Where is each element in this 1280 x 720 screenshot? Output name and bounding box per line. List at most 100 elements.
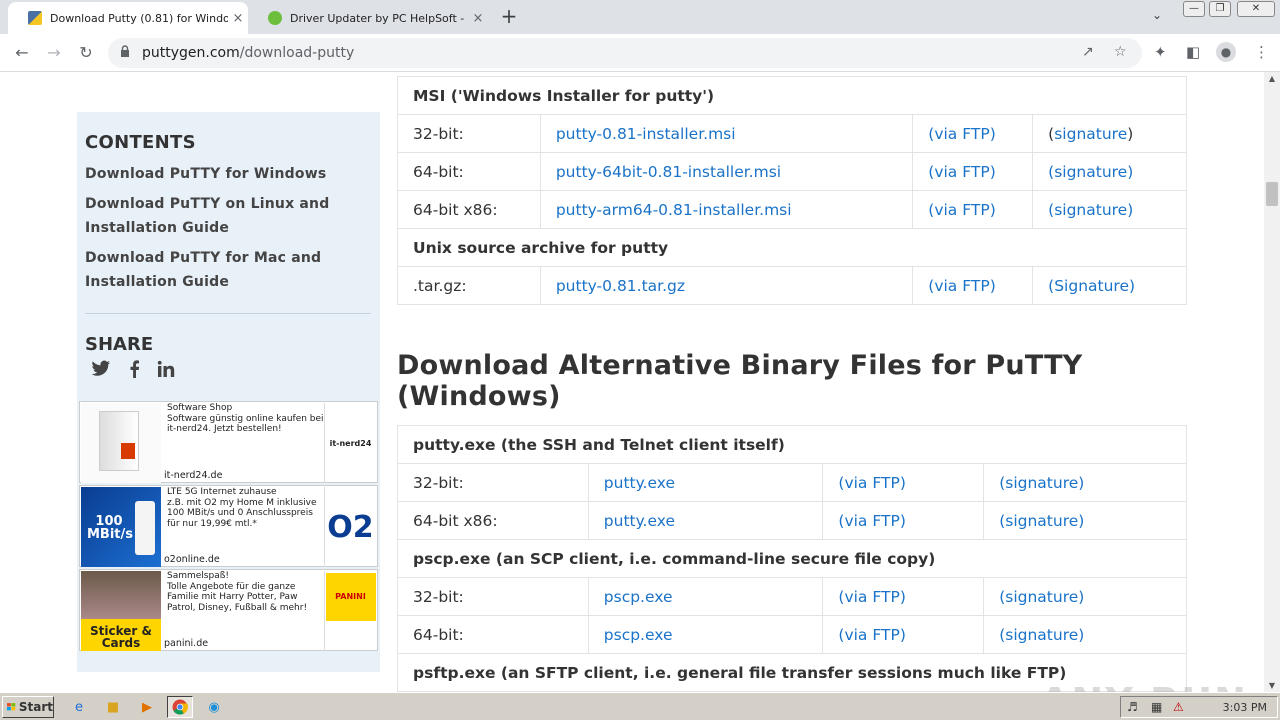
signature-link[interactable]: (signature): [999, 512, 1084, 530]
security-alert-icon[interactable]: ⚠: [1173, 700, 1184, 714]
table-row: pscp.exe (an SCP client, i.e. command-li…: [397, 539, 1187, 578]
tab-putty[interactable]: Download Putty (0.81) for Windows, ×: [8, 2, 248, 34]
clock: 3:03 PM: [1222, 701, 1267, 714]
tab-driver-updater[interactable]: Driver Updater by PC HelpSoft - Effe ×: [248, 2, 488, 34]
start-label: Start: [18, 700, 53, 714]
menu-kebab-icon[interactable]: ⋮: [1254, 43, 1269, 61]
o2-logo: O2: [324, 487, 376, 567]
facebook-icon[interactable]: [127, 360, 141, 378]
ftp-link[interactable]: (via FTP): [838, 588, 905, 606]
linkedin-icon[interactable]: [157, 360, 175, 378]
table-row: 32-bit: pscp.exe (via FTP) (signature): [397, 577, 1187, 616]
close-window-button[interactable]: ✕: [1237, 1, 1275, 17]
bookmark-star-icon[interactable]: ☆: [1114, 44, 1127, 60]
forward-button[interactable]: →: [42, 41, 66, 65]
profile-avatar-icon[interactable]: ●: [1216, 42, 1236, 62]
signature-link[interactable]: signature: [1054, 125, 1127, 143]
ad-panini[interactable]: Sticker & Cards Sammelspaß! Tolle Angebo…: [79, 569, 378, 651]
edge-icon[interactable]: ◉: [201, 696, 227, 718]
browser-toolbar: ← → ↻ puttygen.com/download-putty ↗ ☆ ✦ …: [0, 34, 1280, 72]
download-link[interactable]: pscp.exe: [604, 588, 673, 606]
table-section-header: putty.exe (the SSH and Telnet client its…: [397, 425, 1187, 464]
arch-cell: 64-bit x86:: [397, 190, 541, 229]
arch-cell: 32-bit:: [397, 463, 589, 502]
toc-link-linux[interactable]: Download PuTTY on Linux and Installation…: [85, 192, 375, 240]
download-link[interactable]: putty.exe: [604, 512, 675, 530]
scrollbar-thumb[interactable]: [1266, 182, 1278, 206]
reload-button[interactable]: ↻: [74, 41, 98, 65]
side-panel-icon[interactable]: ◧: [1186, 43, 1200, 61]
toc-link-windows[interactable]: Download PuTTY for Windows: [85, 162, 375, 186]
ftp-link[interactable]: (via FTP): [838, 474, 905, 492]
download-link[interactable]: putty-0.81-installer.msi: [556, 125, 736, 143]
download-link[interactable]: putty-0.81.tar.gz: [556, 277, 685, 295]
signature-link[interactable]: (signature): [1048, 163, 1133, 181]
download-link[interactable]: pscp.exe: [604, 626, 673, 644]
url-path: /download-putty: [239, 45, 355, 61]
arch-cell: 32-bit:: [397, 577, 589, 616]
tab-title: Download Putty (0.81) for Windows,: [50, 11, 228, 25]
download-link[interactable]: putty-64bit-0.81-installer.msi: [556, 163, 781, 181]
page-scrollbar[interactable]: ▲ ▼: [1264, 72, 1280, 692]
table-row: Unix source archive for putty: [397, 228, 1187, 267]
table-row: 64-bit x86: putty-arm64-0.81-installer.m…: [397, 190, 1187, 229]
ie-icon[interactable]: e: [66, 696, 92, 718]
ftp-link[interactable]: (via FTP): [928, 125, 995, 143]
scroll-down-arrow-icon[interactable]: ▼: [1264, 681, 1280, 690]
scroll-up-arrow-icon[interactable]: ▲: [1264, 74, 1280, 83]
tab-close-icon[interactable]: ×: [468, 11, 488, 26]
ftp-link[interactable]: (via FTP): [928, 277, 995, 295]
o2-router-image: 100 MBit/s: [81, 487, 161, 567]
binary-downloads-table: putty.exe (the SSH and Telnet client its…: [397, 425, 1187, 692]
table-row: 32-bit: putty.exe (via FTP) (signature): [397, 463, 1187, 502]
table-row: 64-bit: putty-64bit-0.81-installer.msi (…: [397, 152, 1187, 191]
ad-badge: 100 MBit/s: [87, 514, 134, 542]
chrome-icon: [172, 699, 188, 715]
tab-close-icon[interactable]: ×: [228, 11, 248, 26]
putty-favicon-icon: [28, 11, 42, 25]
media-player-icon[interactable]: ▶: [134, 696, 160, 718]
download-link[interactable]: putty-arm64-0.81-installer.msi: [556, 201, 792, 219]
minimize-button[interactable]: —: [1183, 1, 1205, 17]
software-box-image: [81, 403, 161, 483]
address-bar[interactable]: puttygen.com/download-putty ↗ ☆: [108, 38, 1142, 68]
ftp-link[interactable]: (via FTP): [838, 626, 905, 644]
tab-strip: Download Putty (0.81) for Windows, × Dri…: [0, 0, 1280, 34]
sidebar-divider: [85, 313, 371, 314]
network-icon[interactable]: ▦: [1151, 700, 1162, 714]
ftp-link[interactable]: (via FTP): [928, 201, 995, 219]
volume-icon[interactable]: ♬: [1127, 700, 1138, 714]
chrome-taskbar-icon[interactable]: [167, 696, 193, 718]
share-page-icon[interactable]: ↗: [1082, 44, 1094, 60]
ftp-link[interactable]: (via FTP): [928, 163, 995, 181]
new-tab-button[interactable]: +: [498, 6, 520, 28]
signature-link[interactable]: (signature): [1048, 201, 1133, 219]
start-button[interactable]: Start: [2, 696, 54, 718]
ad-o2online[interactable]: 100 MBit/s LTE 5G Internet zuhause z.B. …: [79, 485, 378, 567]
extensions-puzzle-icon[interactable]: ✦: [1154, 43, 1167, 61]
url-text: puttygen.com/download-putty: [142, 45, 354, 61]
twitter-icon[interactable]: [91, 360, 111, 378]
signature-link[interactable]: (signature): [999, 588, 1084, 606]
contents-heading: CONTENTS: [85, 132, 196, 153]
panini-logo: PANINI: [324, 571, 376, 651]
share-icons: [91, 360, 175, 378]
signature-link[interactable]: (signature): [999, 626, 1084, 644]
download-link[interactable]: putty.exe: [604, 474, 675, 492]
restore-button[interactable]: ❐: [1209, 1, 1231, 17]
signature-link[interactable]: (Signature): [1048, 277, 1135, 295]
arch-cell: 32-bit:: [397, 114, 541, 153]
ad-text: Software Shop Software günstig online ka…: [167, 403, 324, 434]
back-button[interactable]: ←: [10, 41, 34, 65]
tab-search-chevron-icon[interactable]: ⌄: [1152, 8, 1162, 22]
ftp-link[interactable]: (via FTP): [838, 512, 905, 530]
ad-domain: o2online.de: [164, 554, 220, 565]
driver-updater-favicon-icon: [268, 11, 282, 25]
toc-link-mac[interactable]: Download PuTTY for Mac and Installation …: [85, 246, 375, 294]
signature-link[interactable]: (signature): [999, 474, 1084, 492]
explorer-folder-icon[interactable]: ■: [100, 696, 126, 718]
ad-domain: it-nerd24.de: [164, 470, 223, 481]
ad-domain: panini.de: [164, 638, 209, 649]
ad-it-nerd24[interactable]: Software Shop Software günstig online ka…: [79, 401, 378, 483]
table-of-contents: Download PuTTY for Windows Download PuTT…: [85, 162, 375, 300]
